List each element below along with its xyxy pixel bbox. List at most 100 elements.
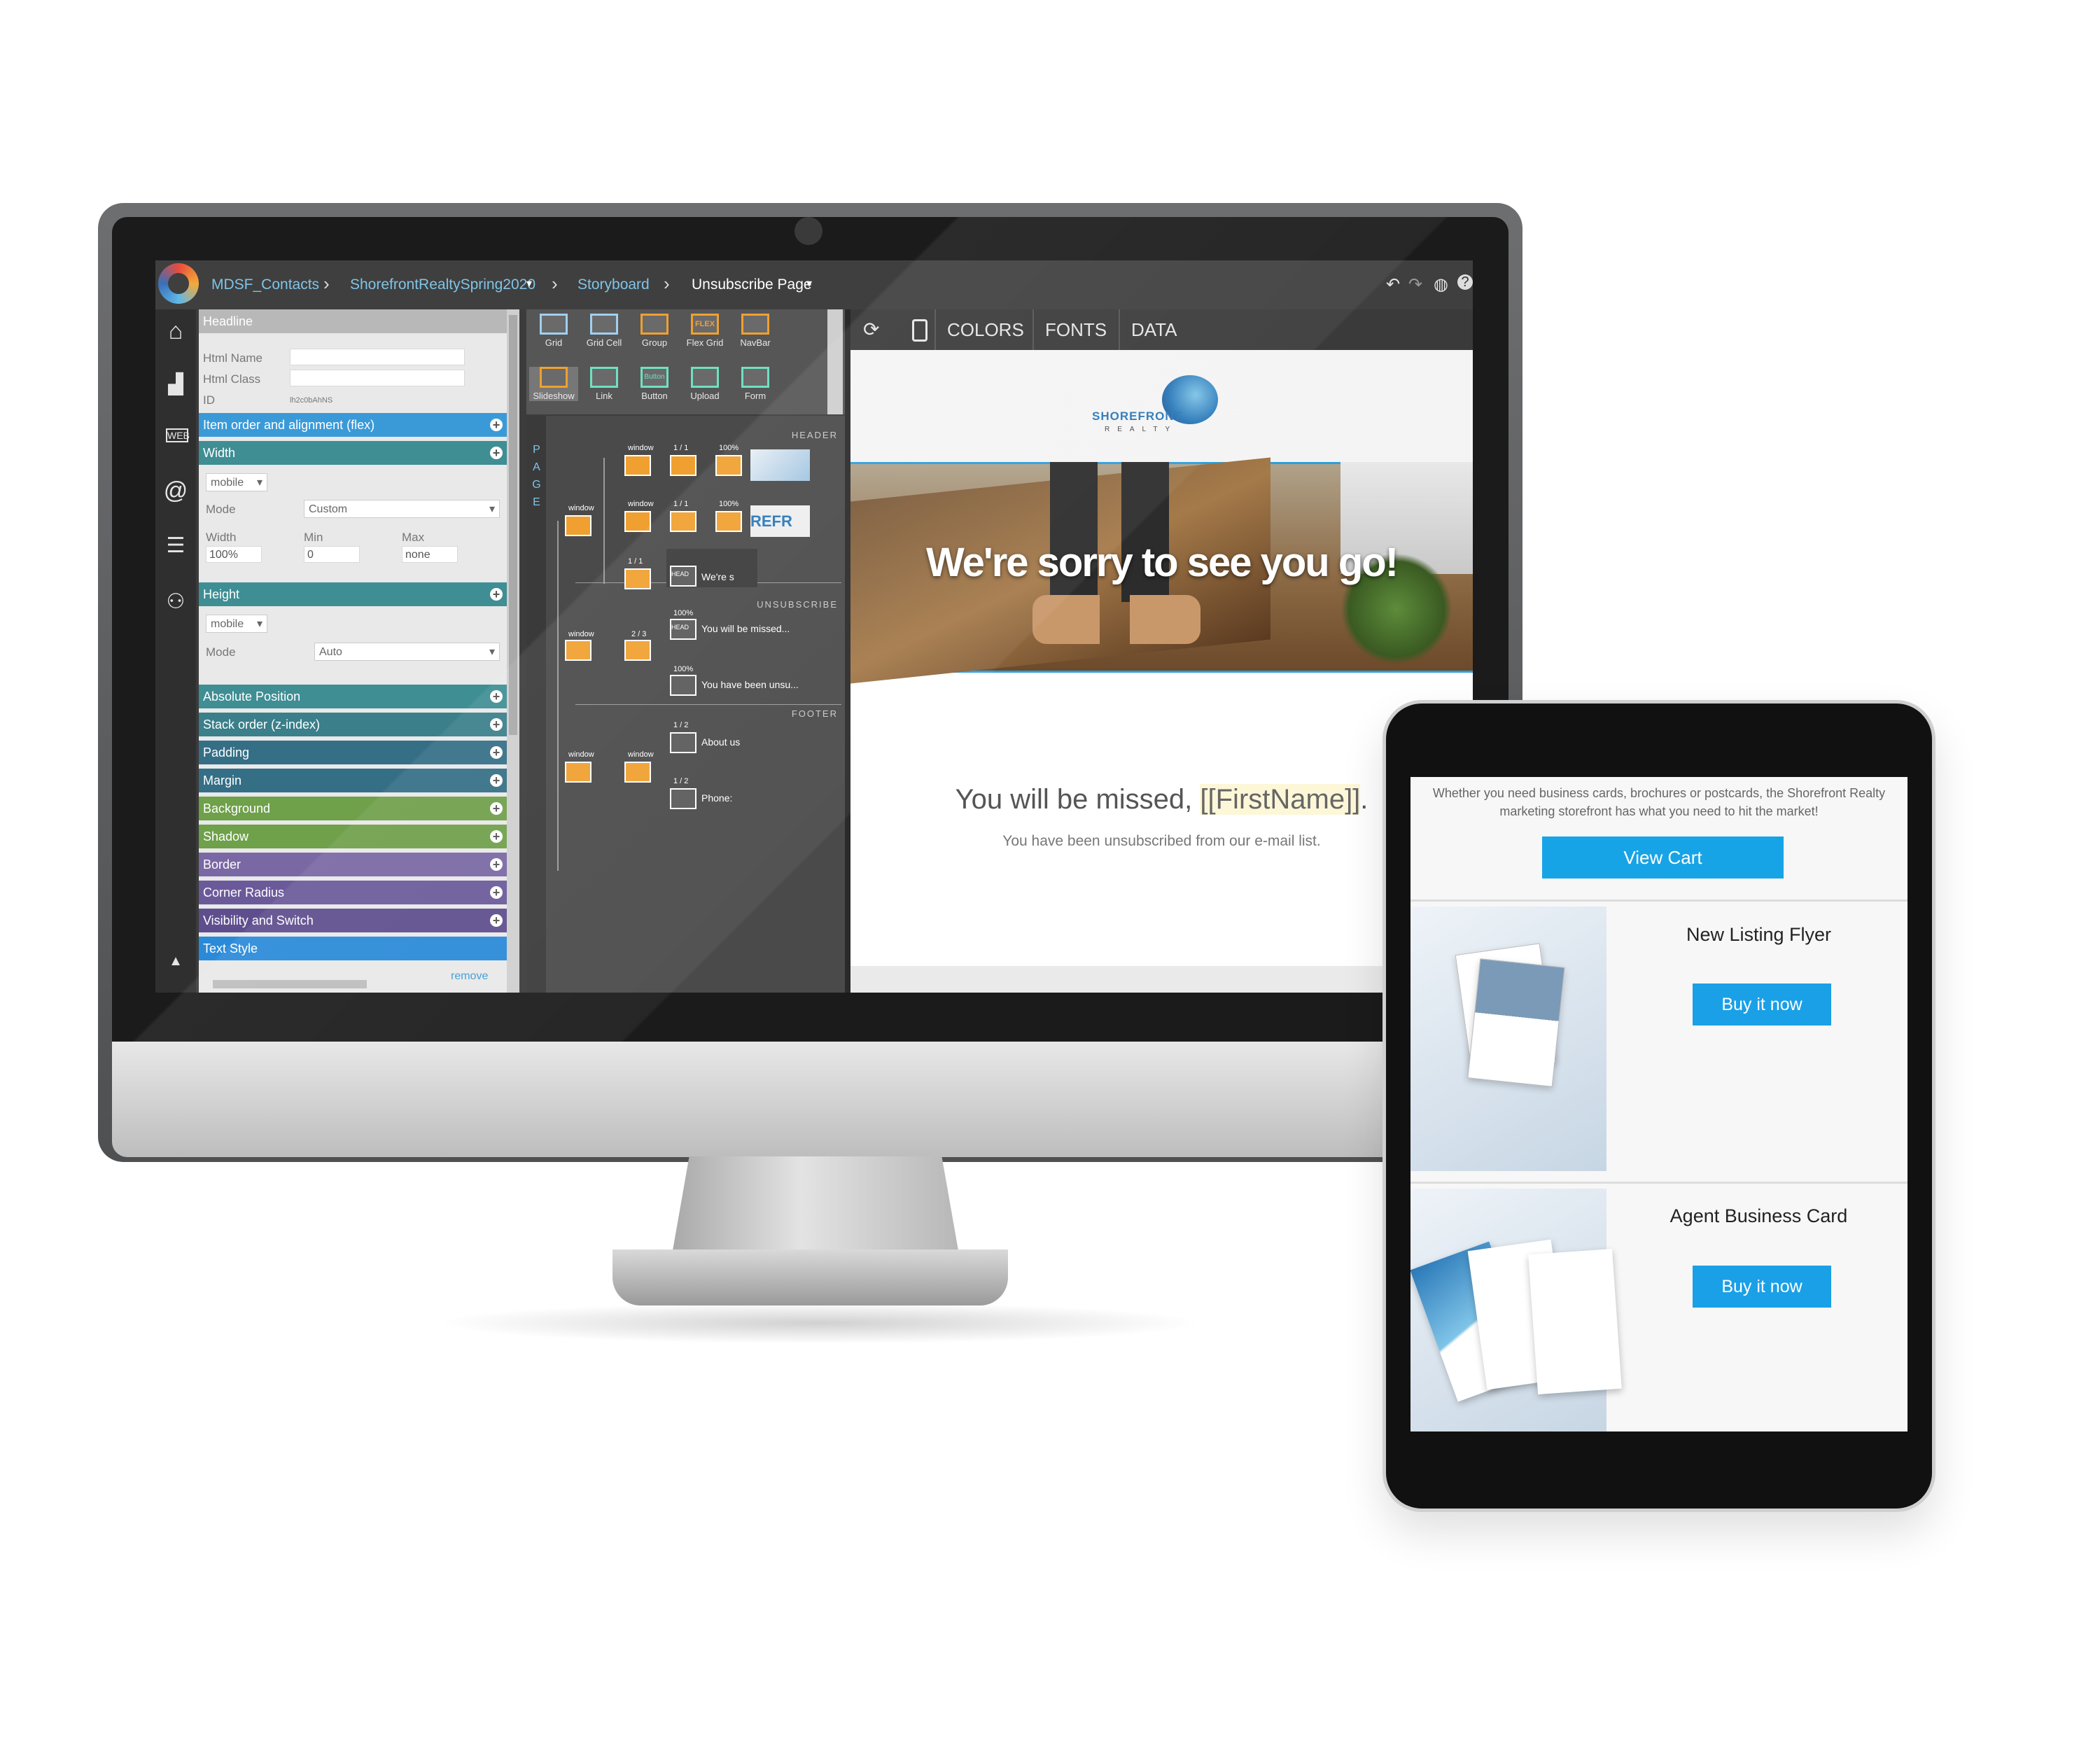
icon-rail: ⌂ ▟ WEB @ ☰ ⚇ ▲	[155, 309, 196, 993]
max-input[interactable]: none	[402, 546, 458, 563]
refresh-icon[interactable]: ⟳	[863, 318, 879, 341]
help-icon[interactable]: ?	[1457, 274, 1473, 290]
palette-slideshow[interactable]: Slideshow	[529, 367, 578, 401]
chevron-down-icon[interactable]: ▾	[806, 276, 812, 290]
width-device-select[interactable]: mobile ▾	[206, 473, 267, 491]
section-text-style[interactable]: Text Style	[199, 937, 507, 960]
story-node-text[interactable]	[670, 788, 696, 809]
section-width[interactable]: Width +	[199, 441, 507, 465]
globe-icon[interactable]: ◍	[1434, 274, 1448, 295]
palette-button[interactable]: Button Button	[630, 367, 679, 401]
palette-flex-grid[interactable]: FLEX Flex Grid	[680, 314, 729, 348]
database-icon[interactable]: ☰	[162, 533, 189, 558]
palette-form[interactable]: Form	[731, 367, 780, 401]
view-cart-button[interactable]: View Cart	[1542, 836, 1784, 878]
story-node[interactable]	[565, 515, 592, 536]
section-corner-radius[interactable]: Corner Radius +	[199, 881, 507, 904]
panel-header: Headline	[199, 309, 507, 333]
hero-sandals	[1032, 595, 1200, 644]
html-name-field[interactable]	[290, 349, 465, 365]
html-name-label: Html Name	[203, 351, 263, 365]
chevron-down-icon[interactable]: ▾	[526, 276, 532, 290]
plus-icon[interactable]: +	[490, 588, 503, 601]
story-node-headline[interactable]: HEAD	[670, 619, 696, 640]
section-item-order[interactable]: Item order and alignment (flex) +	[199, 413, 507, 437]
story-section-footer: FOOTER	[791, 708, 838, 719]
story-node[interactable]	[670, 511, 696, 532]
plus-icon[interactable]: +	[490, 447, 503, 459]
analytics-icon[interactable]: ▟	[162, 372, 189, 396]
workflow-icon[interactable]: ⚇	[162, 589, 189, 614]
story-node-text[interactable]	[670, 732, 696, 753]
palette-group[interactable]: Group	[630, 314, 679, 348]
remove-link[interactable]: remove	[451, 970, 488, 983]
breadcrumb-contacts[interactable]: MDSF_Contacts	[211, 276, 319, 293]
product-title: New Listing Flyer	[1686, 924, 1832, 945]
story-node[interactable]	[624, 511, 651, 532]
palette-navbar[interactable]: NavBar	[731, 314, 780, 348]
html-class-label: Html Class	[203, 372, 261, 386]
section-margin[interactable]: Margin +	[199, 769, 507, 792]
tab-colors[interactable]: COLORS	[934, 309, 1035, 350]
section-height[interactable]: Height +	[199, 582, 507, 606]
story-node[interactable]	[565, 640, 592, 661]
palette-upload[interactable]: Upload	[680, 367, 729, 401]
section-absolute-position[interactable]: Absolute Position +	[199, 685, 507, 708]
width-input[interactable]: 100%	[206, 546, 262, 563]
section-shadow[interactable]: Shadow +	[199, 825, 507, 848]
story-node[interactable]	[715, 455, 742, 476]
html-class-field[interactable]	[290, 370, 465, 386]
min-input[interactable]: 0	[304, 546, 360, 563]
story-section-header: HEADER	[791, 430, 838, 440]
link-icon	[590, 367, 618, 388]
story-node[interactable]	[624, 455, 651, 476]
form-icon	[741, 367, 769, 388]
section-background[interactable]: Background +	[199, 797, 507, 820]
splitter-handle[interactable]	[845, 309, 850, 993]
tab-data[interactable]: DATA	[1119, 309, 1188, 350]
palette-scrollbar[interactable]	[827, 309, 843, 414]
breadcrumb-storyboard[interactable]: Storyboard	[578, 276, 650, 293]
email-icon[interactable]: @	[162, 477, 189, 505]
home-icon[interactable]: ⌂	[162, 318, 189, 345]
section-border[interactable]: Border +	[199, 853, 507, 876]
breadcrumb-campaign[interactable]: ShorefrontRealtySpring2020	[350, 276, 536, 293]
tab-fonts[interactable]: FONTS	[1032, 309, 1118, 350]
height-mode-select[interactable]: Auto ▾	[314, 643, 500, 661]
buy-now-button[interactable]: Buy it now	[1693, 983, 1831, 1026]
flex-grid-icon: FLEX	[691, 314, 719, 335]
page-tab[interactable]: PAGE	[526, 416, 546, 993]
redo-icon[interactable]: ↷	[1408, 274, 1422, 295]
buy-now-button[interactable]: Buy it now	[1693, 1266, 1831, 1308]
palette-link[interactable]: Link	[580, 367, 629, 401]
story-node[interactable]	[624, 568, 651, 589]
story-node[interactable]	[670, 455, 696, 476]
min-label: Min	[304, 531, 323, 544]
story-node[interactable]	[565, 762, 592, 783]
story-node-text[interactable]	[670, 675, 696, 696]
breadcrumb-current-page[interactable]: Unsubscribe Page	[692, 276, 812, 293]
web-icon[interactable]: WEB	[166, 428, 190, 442]
palette-grid[interactable]: Grid	[529, 314, 578, 348]
story-node-headline[interactable]: HEAD	[670, 566, 696, 587]
width-mode-select[interactable]: Custom ▾	[304, 500, 500, 518]
shorefront-logo-sub: REALTY	[1105, 426, 1178, 433]
node-text: Phone:	[701, 792, 733, 804]
story-node[interactable]	[715, 511, 742, 532]
missed-message: You will be missed, [[FirstName]].	[955, 784, 1368, 815]
properties-scroll-thumb[interactable]	[509, 315, 517, 735]
undo-icon[interactable]: ↶	[1386, 274, 1400, 295]
section-padding[interactable]: Padding +	[199, 741, 507, 764]
scroll-up-icon[interactable]: ▲	[162, 953, 189, 969]
section-stack-order[interactable]: Stack order (z-index) +	[199, 713, 507, 736]
story-node[interactable]	[624, 640, 651, 661]
horizontal-scrollbar[interactable]	[213, 980, 367, 988]
section-visibility[interactable]: Visibility and Switch +	[199, 909, 507, 932]
monitor-chin	[112, 1042, 1508, 1157]
height-device-select[interactable]: mobile ▾	[206, 615, 267, 633]
palette-grid-cell[interactable]: Grid Cell	[580, 314, 629, 348]
story-node[interactable]	[624, 762, 651, 783]
plus-icon[interactable]: +	[490, 419, 503, 431]
app-logo[interactable]	[158, 263, 199, 304]
mobile-preview-icon[interactable]	[912, 319, 927, 342]
